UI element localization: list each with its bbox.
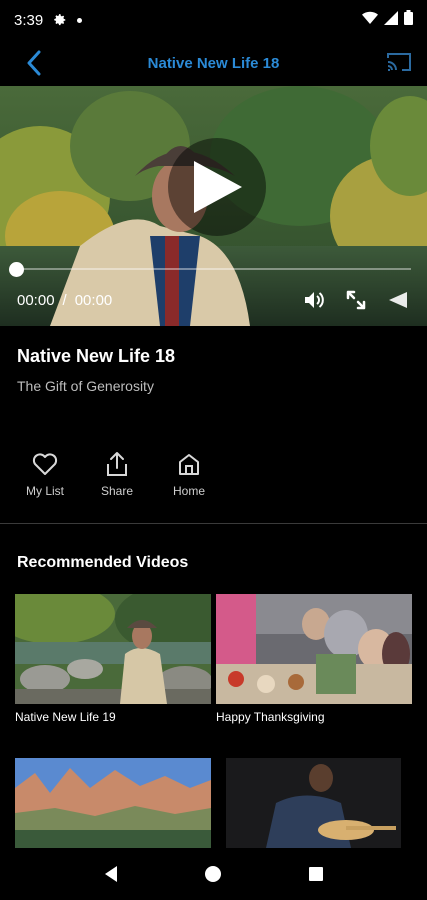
status-bar: 3:39: [0, 0, 427, 40]
cast-button[interactable]: [385, 48, 413, 76]
nav-home-button[interactable]: [198, 859, 228, 889]
status-time: 3:39: [14, 11, 44, 29]
volume-icon: [305, 292, 324, 308]
back-chevron-icon: [27, 50, 41, 76]
recommended-card[interactable]: [15, 758, 211, 854]
fullscreen-button[interactable]: [345, 289, 367, 311]
thumbnail: [216, 594, 412, 704]
video-title: Native New Life 18: [17, 346, 176, 366]
back-triangle-icon: [105, 866, 118, 882]
current-time: 00:00: [17, 292, 55, 309]
video-player[interactable]: 00:00 / 00:00: [0, 86, 427, 326]
cast-icon: [387, 53, 411, 71]
settings-icon: [53, 13, 67, 27]
progress-thumb[interactable]: [9, 262, 24, 277]
home-button[interactable]: Home: [164, 450, 214, 498]
share-label: Share: [100, 484, 134, 498]
player-cast-button[interactable]: [387, 289, 409, 311]
section-title: Recommended Videos: [17, 554, 189, 571]
notification-dot-icon: [77, 17, 83, 23]
fullscreen-icon: [346, 290, 366, 310]
my-list-button[interactable]: My List: [20, 450, 70, 498]
play-icon: [194, 161, 242, 213]
home-label: Home: [172, 484, 205, 498]
nav-back-button[interactable]: [96, 859, 126, 889]
battery-icon: [404, 10, 413, 30]
thumbnail: [226, 758, 401, 848]
recommended-card[interactable]: [226, 758, 401, 854]
video-subtitle: The Gift of Generosity: [17, 378, 154, 394]
cast-icon: [389, 292, 407, 308]
share-icon: [103, 450, 131, 478]
my-list-label: My List: [25, 484, 64, 498]
thumbnail: [15, 758, 211, 848]
back-button[interactable]: [18, 46, 50, 80]
player-controls: [303, 289, 409, 311]
time-display: 00:00 / 00:00: [17, 292, 112, 309]
system-nav-bar: [0, 848, 427, 900]
heart-icon: [31, 450, 59, 478]
home-icon: [175, 450, 203, 478]
card-title: Native New Life 19: [15, 710, 116, 724]
play-button[interactable]: [168, 138, 266, 236]
app-bar: Native New Life 18: [0, 40, 427, 86]
time-separator: /: [62, 292, 67, 309]
page-title: Native New Life 18: [147, 54, 280, 72]
thumbnail: [15, 594, 211, 704]
recents-square-icon: [308, 867, 323, 881]
divider: [0, 523, 427, 524]
home-circle-icon: [205, 866, 222, 882]
share-button[interactable]: Share: [92, 450, 142, 498]
volume-button[interactable]: [303, 289, 325, 311]
signal-icon: [384, 10, 398, 30]
action-row: My List Share Home: [20, 450, 214, 498]
progress-bar[interactable]: [16, 268, 411, 270]
nav-recents-button[interactable]: [301, 859, 331, 889]
duration: 00:00: [74, 292, 113, 309]
card-title: Happy Thanksgiving: [216, 710, 325, 724]
recommended-card[interactable]: Native New Life 19: [15, 594, 211, 724]
wifi-icon: [362, 11, 378, 30]
recommended-card[interactable]: Happy Thanksgiving: [216, 594, 412, 724]
